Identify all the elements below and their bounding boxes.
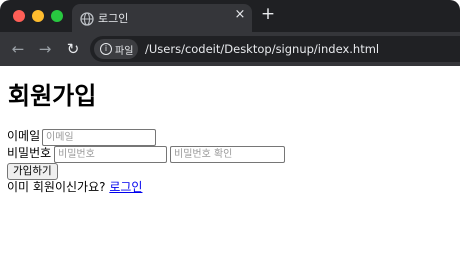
login-prompt-text: 이미 회원이신가요? <box>7 180 106 194</box>
close-tab-icon[interactable]: × <box>233 8 247 22</box>
close-window-button[interactable] <box>13 10 25 22</box>
new-tab-button[interactable]: + <box>260 6 276 23</box>
minimize-window-button[interactable] <box>32 10 44 22</box>
info-icon: i <box>100 43 112 55</box>
reload-icon[interactable]: ↻ <box>64 40 82 58</box>
forward-arrow-icon[interactable]: → <box>36 40 54 58</box>
maximize-window-button[interactable] <box>51 10 63 22</box>
password-confirm-input[interactable] <box>170 146 285 163</box>
site-info-label: 파일 <box>115 46 134 57</box>
tab-login[interactable]: 로그인 × <box>72 4 252 32</box>
page-content: 회원가입 이메일 비밀번호 가입하기 이미 회원이신가요? 로그인 <box>0 66 460 279</box>
login-prompt-line: 이미 회원이신가요? 로그인 <box>7 180 142 195</box>
tab-title: 로그인 <box>98 12 129 25</box>
browser-window: 로그인 × + ← → ↻ i 파일 /Users/codeit/Desktop… <box>0 0 460 279</box>
url-text[interactable]: /Users/codeit/Desktop/signup/index.html <box>145 42 379 56</box>
login-link[interactable]: 로그인 <box>109 180 142 194</box>
browser-toolbar: ← → ↻ i 파일 /Users/codeit/Desktop/signup/… <box>0 32 460 66</box>
site-info-chip[interactable]: i 파일 <box>94 39 138 59</box>
signup-button[interactable]: 가입하기 <box>7 163 58 180</box>
address-bar[interactable]: i 파일 /Users/codeit/Desktop/signup/index.… <box>90 36 460 62</box>
email-label: 이메일 <box>7 129 41 143</box>
email-input[interactable] <box>42 129 156 146</box>
page-title: 회원가입 <box>8 82 97 110</box>
globe-icon <box>80 11 94 26</box>
password-input[interactable] <box>54 146 167 163</box>
back-arrow-icon[interactable]: ← <box>9 40 27 58</box>
password-label: 비밀번호 <box>7 146 52 160</box>
tab-bar: 로그인 × + <box>0 0 460 32</box>
